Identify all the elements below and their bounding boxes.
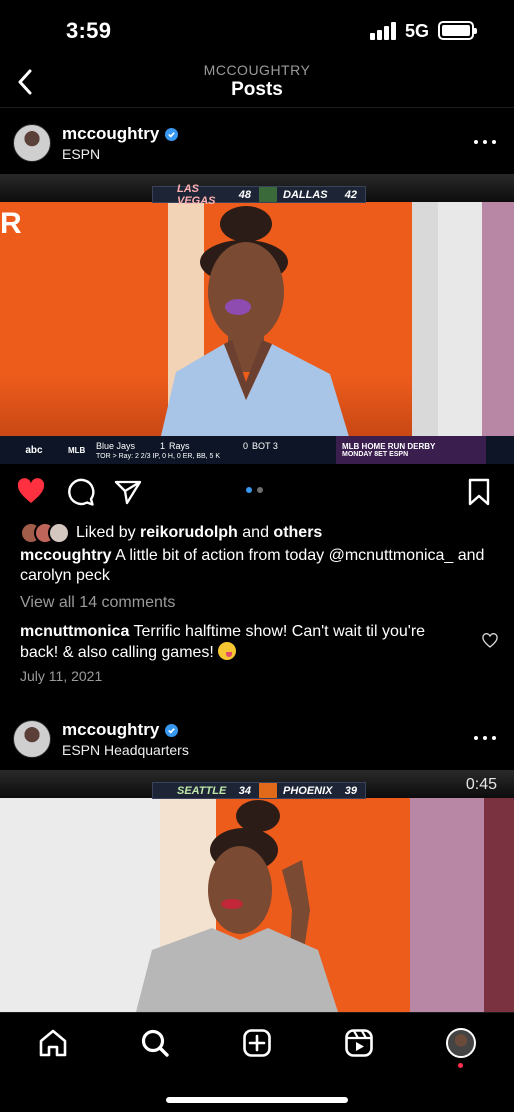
post-header: mccoughtry ESPN Headquarters xyxy=(0,712,514,768)
comment-username[interactable]: mcnuttmonica xyxy=(20,623,129,640)
ticker-league: MLB xyxy=(68,445,86,455)
heart-filled-icon[interactable] xyxy=(16,477,46,507)
bottom-ticker: abc MLB Blue Jays 1 Rays 0 BOT 3 TOR > R… xyxy=(0,436,514,464)
ticker-team2: Rays xyxy=(169,440,190,451)
liked-by-user[interactable]: reikorudolph xyxy=(140,524,238,542)
person-figure xyxy=(160,206,350,440)
scorebug-score1: 34 xyxy=(238,784,251,797)
ticker-promo1: MLB HOME RUN DERBY xyxy=(342,442,436,451)
nav-header: MCCOUGHTRY Posts xyxy=(0,56,514,108)
ticker-score2: 0 xyxy=(243,440,249,451)
scorebug-score1: 48 xyxy=(238,188,251,201)
ticker-network: abc xyxy=(25,444,43,456)
battery-icon xyxy=(438,21,477,40)
comment-icon[interactable] xyxy=(65,477,95,507)
profile-avatar-icon[interactable] xyxy=(446,1028,476,1058)
person-figure xyxy=(136,800,338,1012)
status-time: 3:59 xyxy=(66,18,112,43)
bottom-tab-bar xyxy=(0,1012,514,1112)
home-indicator xyxy=(166,1097,348,1103)
comment-like-icon[interactable] xyxy=(482,633,498,649)
verified-icon xyxy=(165,127,179,141)
avatar[interactable] xyxy=(13,124,51,162)
username-text: mccoughtry xyxy=(62,720,160,739)
username-text: mccoughtry xyxy=(62,124,160,143)
network-label: 5G xyxy=(405,21,430,41)
scorebug-team2: DALLAS xyxy=(283,188,328,201)
post-media[interactable]: R LAS VEGAS 48 DALLAS 42 abc MLB Blue Ja… xyxy=(0,174,514,464)
post-media[interactable]: SEATTLE 34 PHOENIX 39 0:45 xyxy=(0,770,514,1012)
ticker-team1: Blue Jays xyxy=(96,440,136,451)
liked-by-suffix: and xyxy=(237,524,274,541)
search-icon[interactable] xyxy=(139,1027,171,1059)
post-actions xyxy=(0,474,514,512)
scorebug-team2: PHOENIX xyxy=(283,784,333,797)
post-username[interactable]: mccoughtry xyxy=(62,720,179,740)
scorebug-score2: 42 xyxy=(344,188,357,201)
scorebug-team1: LAS VEGAS xyxy=(177,182,216,207)
comment: mcnuttmonica Terrific halftime show! Can… xyxy=(20,622,460,663)
post-location[interactable]: ESPN xyxy=(62,146,100,162)
post-location[interactable]: ESPN Headquarters xyxy=(62,742,189,758)
ticker-pitcher: TOR > Ray: 2 2/3 IP, 0 H, 0 ER, BB, 5 K xyxy=(96,452,221,460)
scorebug-team1: SEATTLE xyxy=(177,784,227,797)
liked-by-others[interactable]: others xyxy=(273,524,322,542)
scorebug: LAS VEGAS 48 DALLAS 42 xyxy=(152,183,366,207)
notification-dot xyxy=(458,1063,463,1068)
caption-username[interactable]: mccoughtry xyxy=(20,547,112,564)
liked-by-prefix: Liked by xyxy=(76,524,141,541)
verified-icon xyxy=(165,723,179,737)
video-duration: 0:45 xyxy=(465,776,497,793)
page-title: Posts xyxy=(231,79,283,100)
share-icon[interactable] xyxy=(113,477,143,507)
post-username[interactable]: mccoughtry xyxy=(62,124,179,144)
likes-row[interactable]: Liked by reikorudolph and others xyxy=(20,522,322,544)
signal-icon xyxy=(370,22,398,40)
header-username: MCCOUGHTRY xyxy=(203,62,311,78)
post-date: July 11, 2021 xyxy=(20,668,103,684)
post-caption: mccoughtry A little bit of action from t… xyxy=(20,546,490,586)
more-options-button[interactable] xyxy=(474,728,496,748)
more-options-button[interactable] xyxy=(474,132,496,152)
backdrop-letters: R xyxy=(0,207,22,240)
scorebug-score2: 39 xyxy=(344,784,357,797)
avatar[interactable] xyxy=(13,720,51,758)
post-header: mccoughtry ESPN xyxy=(0,114,514,170)
liker-avatars xyxy=(20,522,76,544)
carousel-dots xyxy=(246,487,263,493)
ticker-promo2: MONDAY 8ET ESPN xyxy=(342,451,409,458)
ticker-score1: 1 xyxy=(160,440,166,451)
bookmark-icon[interactable] xyxy=(464,477,494,507)
view-comments-link[interactable]: View all 14 comments xyxy=(20,594,175,612)
status-bar: 3:59 5G xyxy=(0,0,514,62)
scorebug: SEATTLE 34 PHOENIX 39 xyxy=(152,782,366,799)
ticker-inning: BOT 3 xyxy=(252,440,278,451)
reels-icon[interactable] xyxy=(343,1027,375,1059)
home-icon[interactable] xyxy=(37,1027,69,1059)
create-plus-icon[interactable] xyxy=(241,1027,273,1059)
emoji-icon xyxy=(218,642,237,660)
